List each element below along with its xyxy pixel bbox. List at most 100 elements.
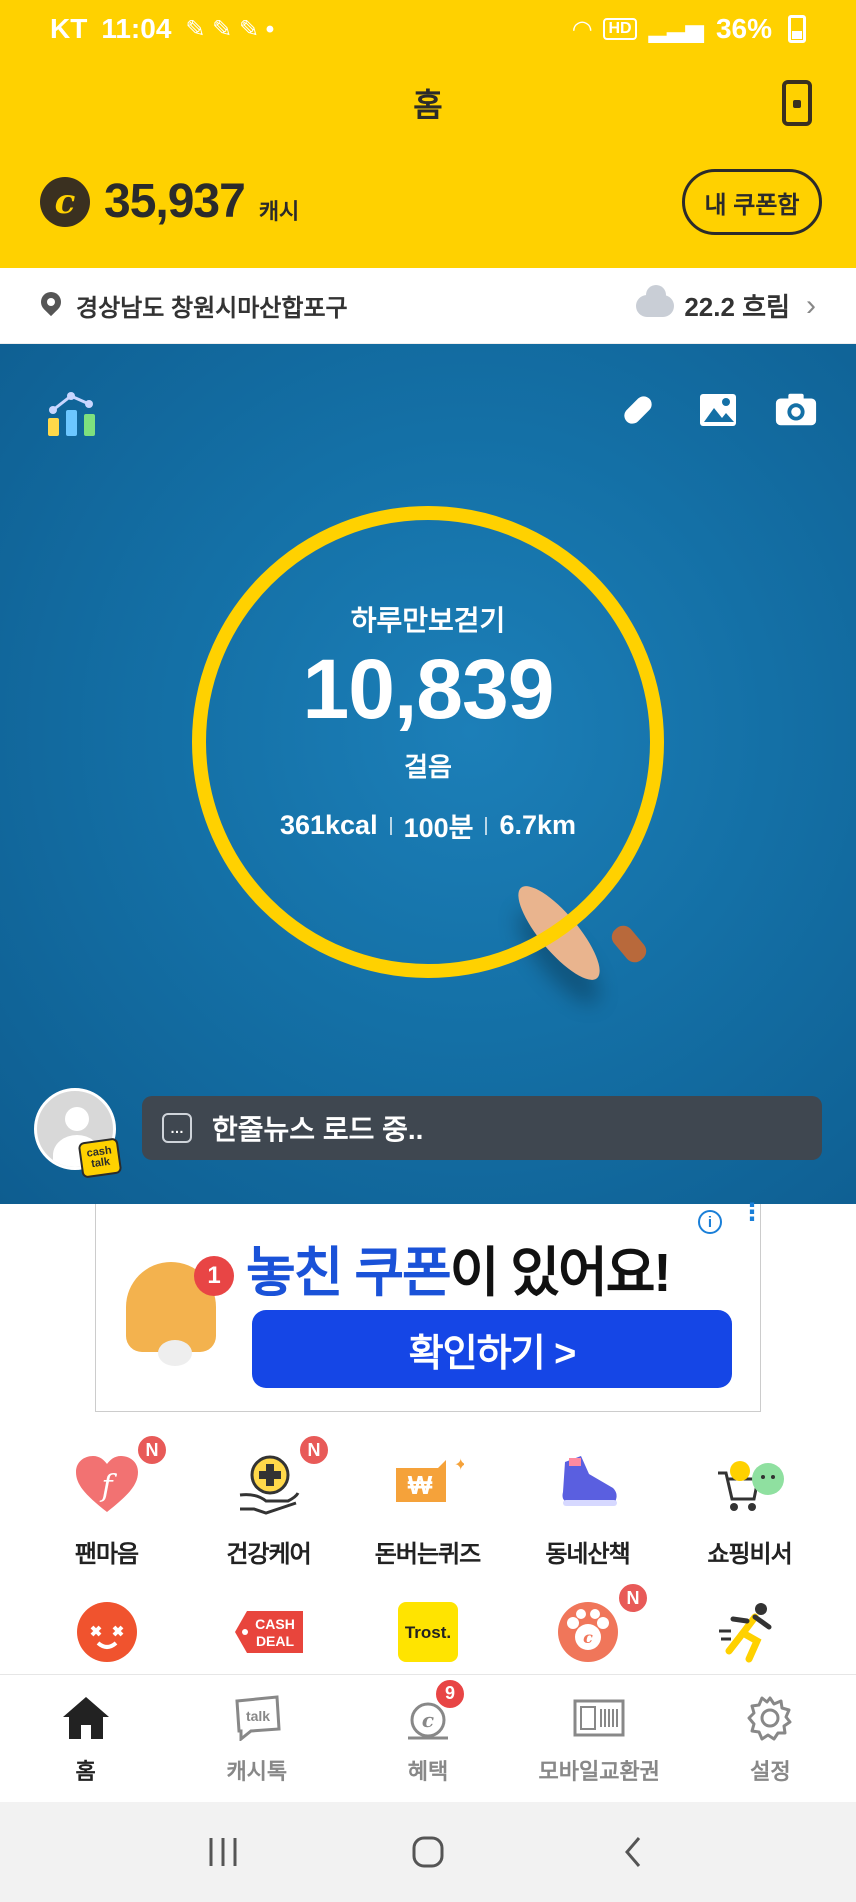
new-badge: N	[136, 1434, 168, 1466]
nav-label: 캐시톡	[226, 1758, 288, 1784]
hd-icon: HD	[603, 18, 637, 40]
grid-item-fan-maeum[interactable]: f N 팬마음	[21, 1434, 192, 1569]
location-text: 경상남도 창원시마산합포구	[76, 295, 348, 322]
battery-icon	[788, 15, 806, 43]
step-unit: 걸음	[404, 752, 452, 782]
nav-label: 혜택	[407, 1758, 449, 1784]
ad-confirm-button[interactable]: 확인하기 >	[252, 1310, 732, 1388]
cash-coin-icon: c	[40, 176, 90, 227]
quiz-icon: ₩ ✦	[392, 1448, 464, 1520]
nav-settings[interactable]: 설정	[685, 1675, 856, 1802]
distance-value: 6.7km	[499, 810, 577, 840]
location-weather-bar[interactable]: 경상남도 창원시마산합포구 22.2 흐림 ›	[0, 268, 856, 344]
app-header: 홈 c 35,937 캐시 내 쿠폰함	[0, 58, 856, 268]
service-grid: f N 팬마음 N 건강케어 ₩ ✦ 돈버는퀴즈 동네산책 쇼핑비서 CASH …	[0, 1420, 856, 1674]
grid-item-trost[interactable]: Trost.	[342, 1596, 513, 1668]
cashtalk-icon: talk	[231, 1692, 283, 1744]
voucher-icon	[573, 1692, 625, 1744]
location-pin-icon	[40, 292, 62, 320]
gallery-icon[interactable]	[696, 388, 740, 432]
grid-label: 동네산책	[545, 1541, 630, 1568]
ad-banner[interactable]: 1 놓친 쿠폰이 있어요! 확인하기 > i ⋮	[95, 1201, 764, 1412]
ad-headline-highlight: 놓친 쿠폰	[246, 1243, 452, 1303]
new-badge: N	[298, 1434, 330, 1466]
lock-screen-icon[interactable]	[782, 80, 812, 126]
settings-icon	[744, 1692, 796, 1744]
grid-item-runner[interactable]	[664, 1596, 835, 1668]
kcal-value: 361kcal	[279, 810, 378, 840]
grid-item-orange-app[interactable]	[21, 1596, 192, 1668]
nav-label: 홈	[75, 1758, 96, 1784]
news-text: 한줄뉴스 로드 중..	[212, 1114, 424, 1145]
divider	[389, 816, 392, 835]
svg-text:CASH: CASH	[255, 1616, 295, 1632]
home-button[interactable]	[398, 1822, 458, 1882]
health-care-icon	[233, 1448, 305, 1520]
cash-deal-icon: CASH DEAL	[233, 1596, 305, 1668]
benefit-count-badge: 9	[434, 1677, 466, 1710]
weather-text: 22.2 흐림	[684, 292, 790, 322]
cloud-icon	[636, 284, 675, 317]
paw-coin-icon: c	[552, 1596, 624, 1668]
camera-icon[interactable]	[774, 388, 818, 432]
recent-apps-button[interactable]	[193, 1822, 253, 1882]
ad-more-icon[interactable]: ⋮	[740, 1201, 764, 1225]
ad-info-icon[interactable]: i	[698, 1210, 722, 1234]
nav-benefits[interactable]: c 9 혜택	[342, 1675, 513, 1802]
svg-text:c: c	[422, 1708, 434, 1732]
system-navigation-bar	[0, 1802, 856, 1902]
pill-icon[interactable]	[616, 388, 660, 432]
grid-item-neighborhood-walk[interactable]: 동네산책	[502, 1448, 673, 1569]
grid-item-cash-deal[interactable]: CASH DEAL	[183, 1596, 354, 1668]
svg-text:c: c	[583, 1628, 593, 1647]
more-dots-icon: …	[162, 1113, 192, 1143]
cash-amount: 35,937	[104, 175, 246, 228]
my-coupon-button[interactable]: 내 쿠폰함	[682, 169, 822, 235]
clock: 11:04	[101, 13, 172, 44]
trost-icon: Trost.	[392, 1596, 464, 1668]
battery-level: 36%	[715, 13, 772, 44]
nav-mobile-voucher[interactable]: 모바일교환권	[514, 1675, 685, 1802]
svg-text:DEAL: DEAL	[255, 1633, 294, 1649]
cash-unit: 캐시	[258, 198, 300, 224]
grid-label: 건강케어	[226, 1541, 311, 1568]
ad-area: 1 놓친 쿠폰이 있어요! 확인하기 > i ⋮	[0, 1201, 856, 1412]
signal-icon: ▂▃▅	[648, 15, 704, 43]
sneaker-icon	[552, 1448, 624, 1520]
divider	[485, 816, 488, 835]
svg-text:talk: talk	[246, 1708, 270, 1724]
notification-icons: ✎ ✎ ✎ •	[185, 15, 275, 43]
shopping-cart-icon	[714, 1448, 786, 1520]
carrier-label: KT	[50, 13, 88, 44]
status-bar: KT 11:04 ✎ ✎ ✎ • ◠ HD ▂▃▅ 36%	[0, 0, 856, 58]
grid-item-paw-coin[interactable]: c N	[502, 1582, 673, 1668]
nav-label: 모바일교환권	[538, 1758, 660, 1784]
grid-label: 팬마음	[74, 1541, 139, 1568]
svg-text:✦: ✦	[454, 1457, 464, 1474]
runner-icon	[714, 1596, 786, 1668]
grid-label: 돈버는퀴즈	[374, 1541, 481, 1568]
bell-icon: 1	[122, 1246, 234, 1366]
nav-home[interactable]: 홈	[0, 1675, 171, 1802]
grid-item-money-quiz[interactable]: ₩ ✦ 돈버는퀴즈	[342, 1448, 513, 1569]
fan-heart-icon: f	[71, 1448, 143, 1520]
grid-item-health-care[interactable]: N 건강케어	[183, 1434, 354, 1569]
minutes-value: 100분	[403, 813, 474, 843]
benefit-icon: c 9	[402, 1677, 466, 1744]
walking-title: 하루만보걷기	[350, 605, 506, 636]
ad-headline: 놓친 쿠폰이 있어요!	[246, 1228, 671, 1307]
stats-chart-icon[interactable]	[46, 390, 98, 436]
weather-info[interactable]: 22.2 흐림 ›	[636, 284, 816, 324]
news-ticker[interactable]: … 한줄뉴스 로드 중..	[142, 1096, 822, 1160]
cash-balance[interactable]: c 35,937 캐시	[40, 174, 299, 229]
grid-item-shopping-assistant[interactable]: 쇼핑비서	[664, 1448, 835, 1569]
cashtalk-badge-icon: cash talk	[77, 1137, 123, 1179]
orange-face-icon	[71, 1596, 143, 1668]
chevron-right-icon: ›	[806, 288, 816, 322]
nav-cashtalk[interactable]: talk 캐시톡	[171, 1675, 342, 1802]
svg-text:Trost.: Trost.	[404, 1623, 450, 1642]
grid-label: 쇼핑비서	[707, 1541, 792, 1568]
home-icon	[60, 1692, 112, 1744]
back-button[interactable]	[603, 1822, 663, 1882]
steps-summary[interactable]: 하루만보걷기 10,839 걸음 361kcal 100분 6.7km	[192, 506, 664, 978]
